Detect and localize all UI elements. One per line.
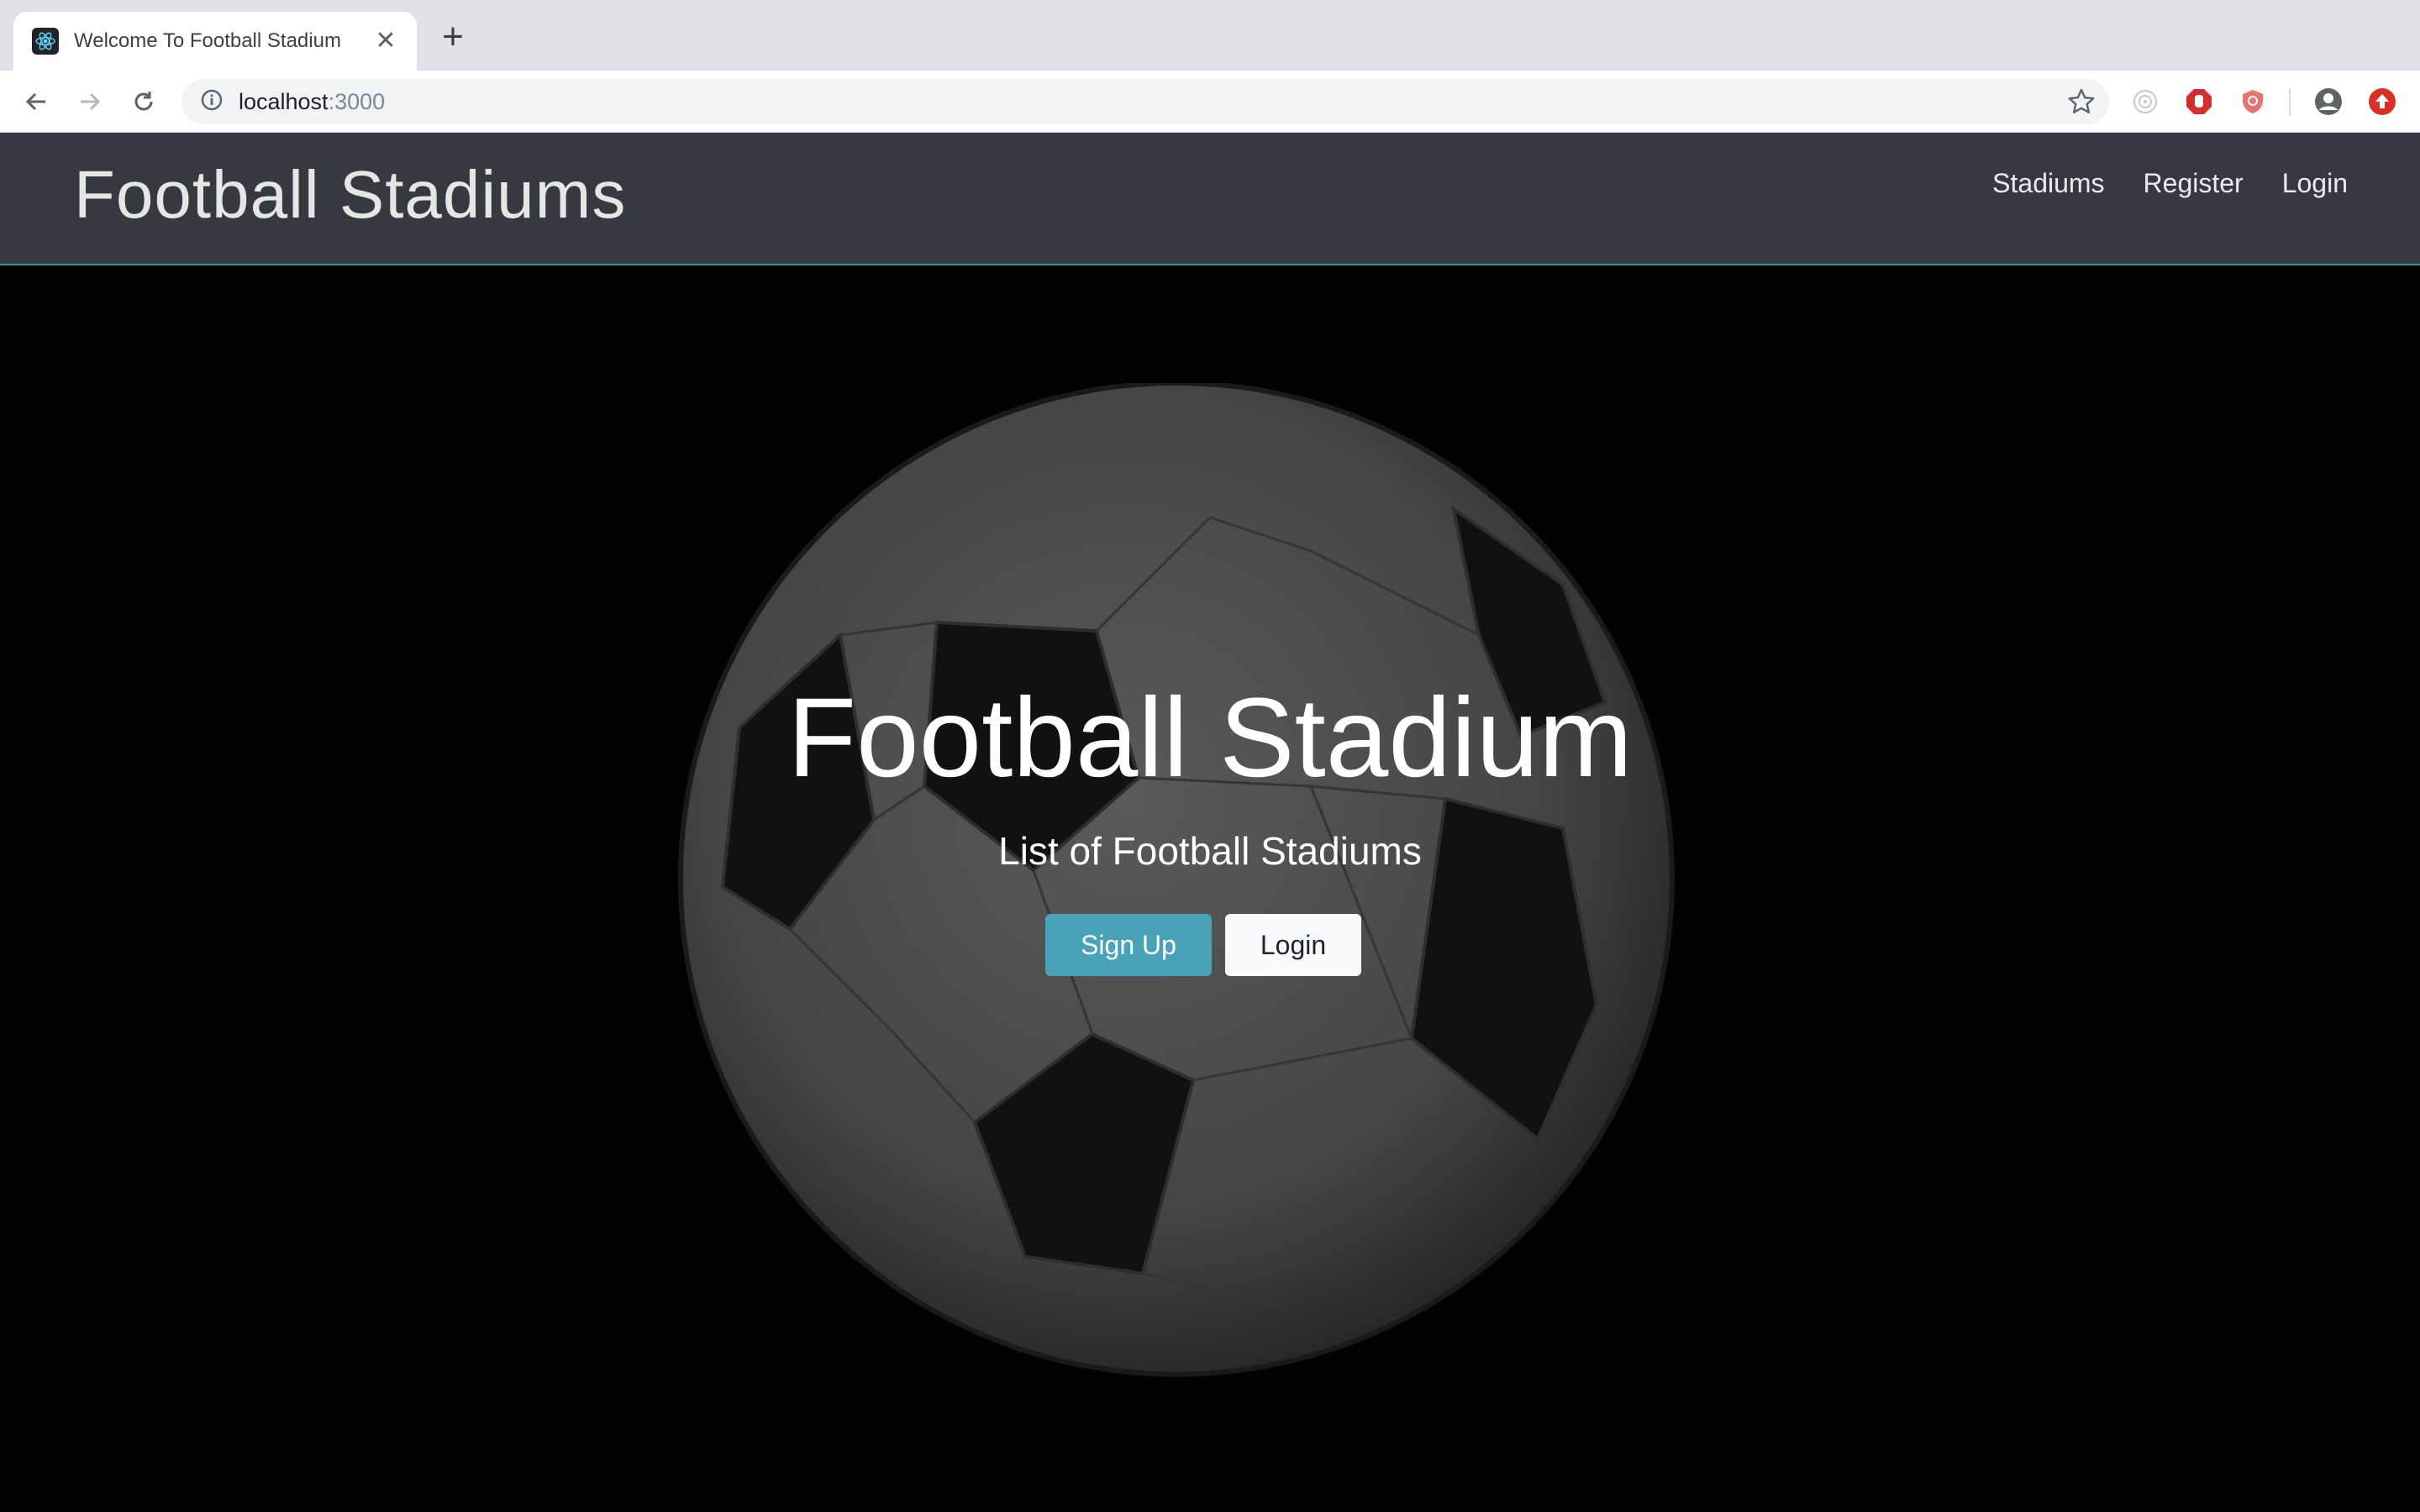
hero-title: Football Stadium xyxy=(787,675,1633,801)
nav-links: Stadiums Register Login xyxy=(1992,168,2348,199)
login-button[interactable]: Login xyxy=(1225,914,1361,976)
browser-tabstrip: Welcome To Football Stadium ✕ + xyxy=(0,0,2420,71)
nav-link-login[interactable]: Login xyxy=(2282,168,2348,199)
toolbar-separator xyxy=(2289,89,2291,116)
reload-icon[interactable] xyxy=(124,82,163,121)
shield-extension-icon[interactable] xyxy=(2237,86,2269,118)
extension-target-icon[interactable] xyxy=(2129,86,2161,118)
app-navbar: Football Stadiums Stadiums Register Logi… xyxy=(0,133,2420,265)
hero-buttons: Sign Up Login xyxy=(1045,914,1361,976)
soccer-ball-image xyxy=(678,383,1675,1377)
update-arrow-icon[interactable] xyxy=(2366,86,2398,118)
forward-arrow-icon[interactable] xyxy=(71,82,109,121)
url-text: localhost:3000 xyxy=(239,89,385,115)
signup-button[interactable]: Sign Up xyxy=(1045,914,1212,976)
react-favicon-icon xyxy=(32,28,59,55)
nav-link-register[interactable]: Register xyxy=(2144,168,2244,199)
back-arrow-icon[interactable] xyxy=(17,82,55,121)
new-tab-button[interactable]: + xyxy=(435,18,471,55)
browser-tab[interactable]: Welcome To Football Stadium ✕ xyxy=(13,12,417,71)
close-tab-icon[interactable]: ✕ xyxy=(373,29,398,54)
hero-section: Football Stadium List of Football Stadiu… xyxy=(0,265,2420,1512)
address-bar[interactable]: localhost:3000 xyxy=(182,79,2109,124)
profile-avatar-icon[interactable] xyxy=(2312,86,2344,118)
url-port: :3000 xyxy=(328,88,386,114)
nav-link-stadiums[interactable]: Stadiums xyxy=(1992,168,2104,199)
browser-toolbar: localhost:3000 xyxy=(0,71,2420,133)
url-host: localhost xyxy=(239,88,329,114)
adblock-extension-icon[interactable] xyxy=(2183,86,2215,118)
site-info-icon[interactable] xyxy=(200,88,224,116)
hero-subtitle: List of Football Stadiums xyxy=(998,829,1422,873)
tab-title: Welcome To Football Stadium xyxy=(74,29,341,52)
brand-title[interactable]: Football Stadiums xyxy=(74,156,626,234)
bookmark-star-icon[interactable] xyxy=(2067,87,2096,120)
